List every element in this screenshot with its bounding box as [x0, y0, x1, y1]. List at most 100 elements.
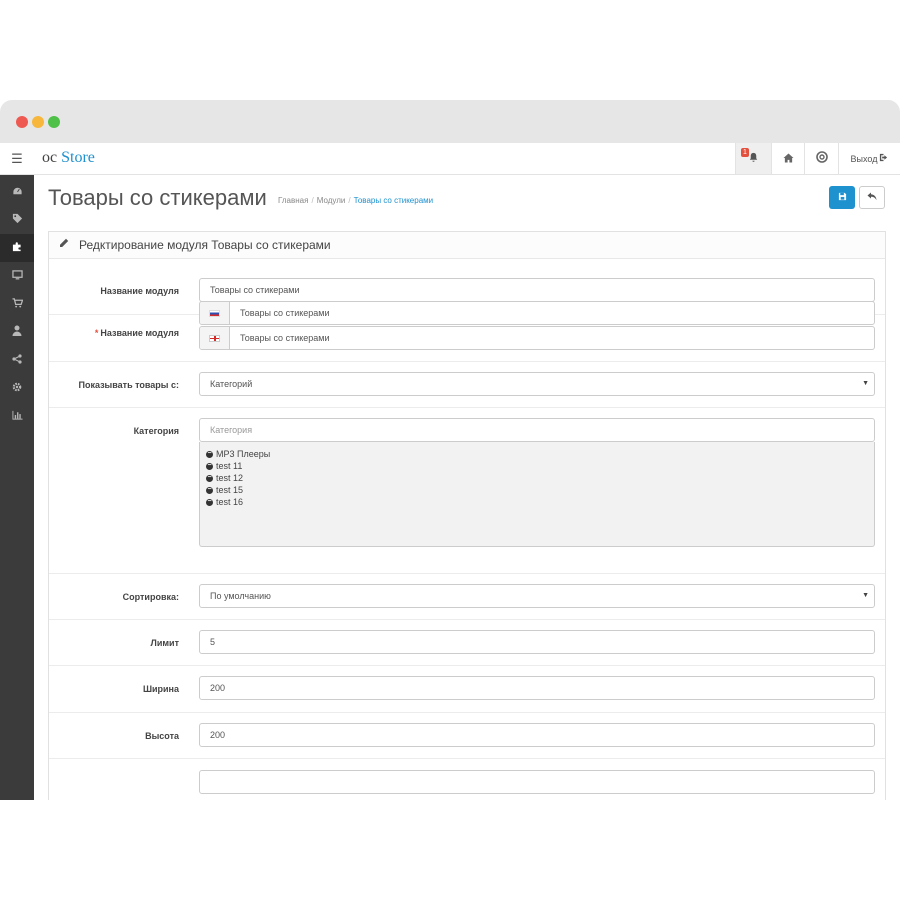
panel-heading: Редктирование модуля Товары со стикерами [49, 232, 885, 259]
floppy-disk-icon [838, 192, 847, 204]
required-marker: * [94, 328, 99, 338]
form-row-category: Категория Категория − MP3 Плееры − test 11… [49, 408, 885, 574]
sidebar-item-catalog[interactable] [0, 206, 34, 234]
next-input[interactable] [199, 770, 875, 794]
module-name-label: Название модуля [100, 286, 179, 296]
sidebar-item-extensions[interactable] [0, 234, 34, 262]
browser-window: ☰ oc Store 1 Выход Товары со стикерами Г… [0, 100, 900, 800]
form-row-sort: Сортировка: По умолчанию ▼ [49, 574, 885, 620]
form-row-height: Высота 200 [49, 713, 885, 759]
module-title-label: * Название модуля [95, 328, 179, 338]
show-from-value: Категорий [210, 379, 253, 389]
show-from-select[interactable]: Категорий ▼ [199, 372, 875, 396]
sort-value: По умолчанию [210, 591, 271, 601]
minimize-window-dot[interactable] [32, 116, 44, 128]
list-item: − MP3 Плееры [206, 448, 868, 460]
top-header: ☰ oc Store 1 Выход [0, 143, 900, 175]
home-button[interactable] [771, 143, 804, 174]
remove-circle-icon[interactable]: − [206, 498, 213, 506]
category-item-label: test 11 [216, 461, 243, 471]
height-input[interactable]: 200 [199, 723, 875, 747]
logout-label: Выход [850, 153, 878, 164]
window-titlebar [0, 100, 900, 143]
lifebuoy-icon [815, 151, 828, 166]
flag-ru-icon [200, 302, 230, 324]
dropdown-caret-icon: ▼ [862, 592, 869, 599]
dashboard-icon [11, 186, 23, 199]
list-item: − test 15 [206, 484, 868, 496]
breadcrumb-home[interactable]: Главная [278, 196, 308, 205]
remove-circle-icon[interactable]: − [206, 462, 213, 470]
flag-en-icon [200, 327, 230, 349]
limit-input[interactable]: 5 [199, 630, 875, 654]
remove-circle-icon[interactable]: − [206, 450, 213, 458]
height-label: Высота [145, 731, 179, 741]
category-item-label: MP3 Плееры [216, 449, 271, 459]
category-label: Категория [133, 426, 179, 436]
list-item: − test 16 [206, 496, 868, 508]
menu-toggle-icon[interactable]: ☰ [0, 143, 34, 174]
module-title-en-input[interactable]: Товары со стикерами [199, 326, 875, 350]
sidebar-item-marketing[interactable] [0, 346, 34, 374]
form-row-next [49, 759, 885, 800]
panel-heading-text: Редктирование модуля Товары со стикерами [79, 238, 331, 252]
breadcrumb: Главная / Модули / Товары со стикерами [278, 196, 434, 205]
remove-circle-icon[interactable]: − [206, 486, 213, 494]
width-input[interactable]: 200 [199, 676, 875, 700]
module-title-ru-input[interactable]: Товары со стикерами [199, 301, 875, 325]
category-item-label: test 15 [216, 485, 244, 495]
sort-label: Сортировка: [122, 592, 179, 602]
dropdown-caret-icon: ▼ [862, 380, 869, 387]
module-title-label-text: Название модуля [100, 328, 179, 338]
bar-chart-icon [11, 410, 23, 423]
home-icon [783, 152, 794, 166]
main-content: Товары со стикерами Главная / Модули / Товар… [34, 175, 900, 800]
sidebar-item-system[interactable] [0, 374, 34, 402]
remove-circle-icon[interactable]: − [206, 474, 213, 482]
sidebar-item-design[interactable] [0, 262, 34, 290]
breadcrumb-current[interactable]: Товары со стикерами [354, 196, 434, 205]
category-list: − MP3 Плееры − test 11 − test 12 − test 15 −… [199, 442, 875, 547]
notification-badge: 1 [741, 148, 749, 157]
puzzle-icon [12, 241, 23, 255]
edit-module-panel: Редктирование модуля Товары со стикерами… [48, 231, 886, 800]
logout-icon [879, 153, 888, 164]
limit-label: Лимит [150, 638, 179, 648]
logo-oc: oc [42, 149, 58, 166]
share-icon [12, 353, 22, 367]
page-title: Товары со стикерами [48, 185, 267, 210]
sort-select[interactable]: По умолчанию ▼ [199, 584, 875, 608]
logo-store: Store [61, 149, 95, 166]
list-item: − test 11 [206, 460, 868, 472]
sidebar-item-customers[interactable] [0, 318, 34, 346]
save-button[interactable] [829, 186, 855, 209]
form-row-limit: Лимит 5 [49, 620, 885, 666]
list-item: − test 12 [206, 472, 868, 484]
back-button[interactable] [859, 186, 885, 209]
breadcrumb-modules[interactable]: Модули [317, 196, 346, 205]
cart-icon [12, 297, 23, 311]
category-item-label: test 16 [216, 497, 244, 507]
monitor-icon [11, 269, 23, 283]
form-row-width: Ширина 200 [49, 666, 885, 713]
form-row-module-title: * Название модуля Товары со стикерами Тов… [49, 301, 885, 362]
module-title-ru-value: Товары со стикерами [240, 308, 330, 318]
show-from-label: Показывать товары с: [78, 380, 180, 390]
module-title-en-value: Товары со стикерами [240, 333, 330, 343]
maximize-window-dot[interactable] [48, 116, 60, 128]
sidebar-item-dashboard[interactable] [0, 178, 34, 206]
reply-arrow-icon [867, 192, 877, 204]
close-window-dot[interactable] [16, 116, 28, 128]
help-button[interactable] [804, 143, 838, 174]
logout-button[interactable]: Выход [838, 143, 900, 174]
user-icon [12, 325, 22, 339]
sidebar-item-sales[interactable] [0, 290, 34, 318]
tags-icon [12, 213, 23, 227]
module-name-input[interactable]: Товары со стикерами [199, 278, 875, 302]
notifications-button[interactable]: 1 [735, 143, 771, 174]
sidebar-item-reports[interactable] [0, 402, 34, 430]
logo[interactable]: oc Store [42, 149, 95, 167]
sidebar [0, 175, 34, 800]
gear-icon [12, 382, 22, 395]
category-autocomplete-input[interactable]: Категория [199, 418, 875, 442]
